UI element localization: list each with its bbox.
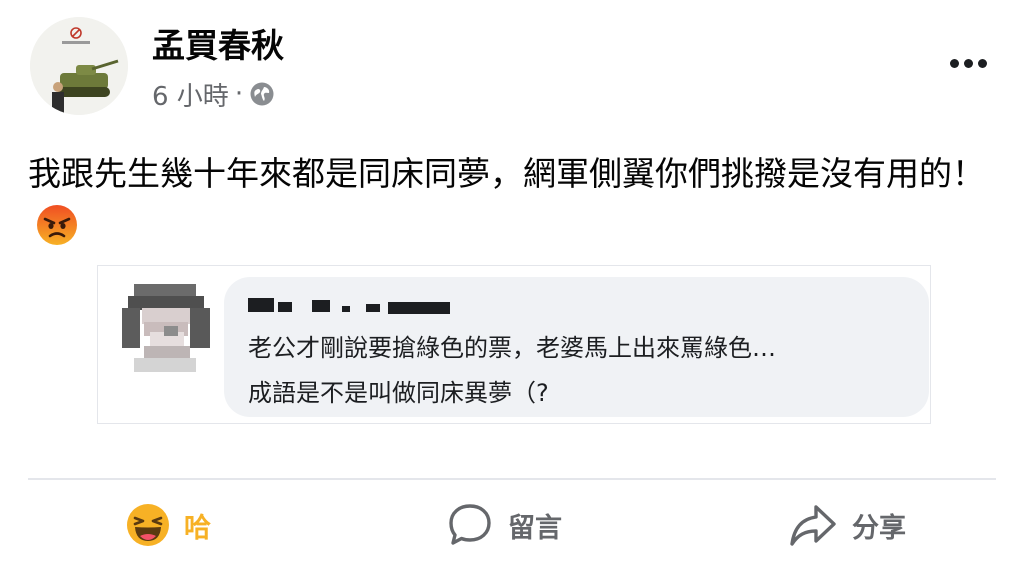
haha-label: 哈: [184, 512, 211, 544]
more-options-icon[interactable]: [944, 46, 992, 80]
comment-bubble: 老公才剛說要搶綠色的票，老婆馬上出來罵綠色… 成語是不是叫做同床異夢（?: [224, 277, 929, 417]
blurred-commenter-name: [248, 294, 470, 318]
page-avatar[interactable]: [30, 17, 128, 115]
post-text: 我跟先生幾十年來都是同床同夢，網軍側翼你們挑撥是沒有用的！: [28, 148, 996, 252]
globe-icon: [249, 81, 275, 107]
speech-bubble-icon: [449, 504, 491, 545]
share-label: 分享: [852, 512, 906, 544]
embedded-comment-screenshot[interactable]: 老公才剛說要搶綠色的票，老婆馬上出來罵綠色… 成語是不是叫做同床異夢（?: [97, 265, 931, 424]
action-divider: [28, 478, 996, 480]
share-arrow-icon: [790, 505, 836, 546]
haha-reaction-button[interactable]: 哈: [126, 498, 211, 552]
post-body: 我跟先生幾十年來都是同床同夢，網軍側翼你們挑撥是沒有用的！: [28, 154, 985, 193]
post-meta: 6 小時 ·: [152, 74, 275, 114]
haha-emoji-icon: [127, 504, 169, 546]
comment-text-line-2: 成語是不是叫做同床異夢（?: [248, 379, 549, 407]
comment-label: 留言: [508, 512, 562, 544]
angry-face-emoji: [37, 204, 77, 245]
share-button[interactable]: 分享: [788, 498, 906, 552]
blurred-commenter-avatar: [122, 284, 210, 372]
avatar-image: [30, 17, 128, 115]
post-timestamp[interactable]: 6 小時: [152, 76, 229, 113]
meta-separator: ·: [234, 79, 244, 109]
comment-text-line-1: 老公才剛說要搶綠色的票，老婆馬上出來罵綠色…: [248, 334, 776, 362]
comment-button[interactable]: 留言: [446, 498, 562, 552]
page-name[interactable]: 孟買春秋: [152, 26, 284, 66]
